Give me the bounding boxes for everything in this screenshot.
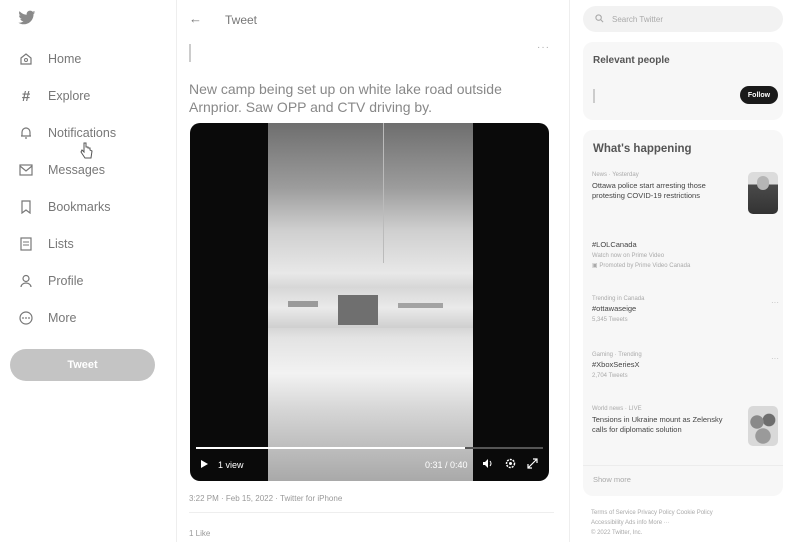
column-divider	[569, 0, 570, 542]
volume-icon[interactable]	[482, 458, 494, 471]
show-more-link[interactable]: Show more	[593, 475, 631, 484]
page-title: Tweet	[225, 13, 258, 27]
relevant-people-title: Relevant people	[593, 55, 670, 66]
trend-context: World news · LIVE	[592, 406, 642, 412]
trend-extra: Watch now on Prime Video	[592, 253, 665, 259]
bell-icon	[18, 125, 34, 141]
home-icon	[18, 51, 34, 67]
nav-label: Lists	[48, 237, 74, 251]
search-icon	[595, 13, 604, 25]
search-input[interactable]: Search Twitter	[583, 6, 783, 32]
footer-line[interactable]: Accessibility Ads info More ···	[591, 518, 781, 528]
trend-text: Ottawa police start arresting those prot…	[592, 181, 706, 200]
nav-label: Messages	[48, 163, 105, 177]
envelope-icon	[18, 162, 34, 178]
column-divider	[176, 0, 177, 542]
trend-item[interactable]: #LOLCanada Watch now on Prime Video ▣ Pr…	[592, 240, 772, 269]
whats-happening-title: What's happening	[593, 143, 692, 155]
nav-label: Explore	[48, 89, 91, 103]
nav-messages[interactable]: Messages	[18, 159, 105, 181]
follow-button[interactable]: Follow	[740, 86, 778, 104]
tweet-text: New camp being set up on white lake road…	[189, 81, 502, 115]
trend-item[interactable]: Gaming · Trending #XboxSeriesX 2,704 Twe…	[592, 352, 772, 379]
view-count: 1 view	[218, 460, 244, 470]
person-icon	[18, 273, 34, 289]
person-avatar-placeholder[interactable]	[593, 89, 595, 103]
nav-explore[interactable]: # Explore	[18, 85, 91, 107]
settings-gear-icon[interactable]	[505, 458, 516, 471]
bookmark-icon	[18, 199, 34, 215]
nav-lists[interactable]: Lists	[18, 233, 74, 255]
tweet-compose-button[interactable]: Tweet	[10, 349, 155, 381]
hashtag-icon: #	[21, 87, 31, 105]
fullscreen-icon[interactable]	[527, 458, 538, 471]
trend-item[interactable]: Trending in Canada #ottawaseige 5,345 Tw…	[592, 296, 772, 323]
video-controls: 1 view 0:31 / 0:40	[190, 441, 549, 481]
trend-extra: 2,704 Tweets	[592, 373, 628, 379]
tweet-meta: 3:22 PM · Feb 15, 2022 · Twitter for iPh…	[189, 494, 343, 503]
author-avatar-placeholder[interactable]	[189, 44, 191, 62]
twitter-logo-icon[interactable]	[18, 10, 36, 26]
play-icon[interactable]	[200, 459, 209, 471]
nav-profile[interactable]: Profile	[18, 270, 83, 292]
footer-copyright: © 2022 Twitter, Inc.	[591, 530, 643, 536]
trend-context: Gaming · Trending	[592, 352, 642, 358]
promoted-label: ▣ Promoted by Prime Video Canada	[592, 263, 691, 269]
trend-more-icon[interactable]: ···	[771, 298, 779, 307]
relevant-people-panel: Relevant people Follow	[583, 42, 783, 120]
video-player[interactable]: 1 view 0:31 / 0:40	[190, 123, 549, 481]
footer-links: Terms of Service Privacy Policy Cookie P…	[591, 508, 781, 538]
vehicle-shape	[338, 295, 378, 325]
divider	[189, 512, 554, 513]
trend-extra: 5,345 Tweets	[592, 317, 628, 323]
likes-count[interactable]: 1 Like	[189, 529, 210, 538]
trend-text: #LOLCanada	[592, 240, 637, 249]
trend-thumbnail-group	[748, 406, 778, 446]
more-circle-icon	[18, 310, 34, 326]
tweet-options-icon[interactable]: ···	[537, 42, 550, 53]
video-time: 0:31 / 0:40	[425, 460, 468, 470]
trend-more-icon[interactable]: ···	[771, 354, 779, 363]
trend-context: Trending in Canada	[592, 296, 645, 302]
list-icon	[18, 236, 34, 252]
trend-thumbnail-person	[748, 172, 778, 214]
nav-label: More	[48, 311, 77, 325]
whats-happening-panel: What's happening News · Yesterday Ottawa…	[583, 130, 783, 496]
nav-label: Home	[48, 52, 82, 66]
trend-context: News · Yesterday	[592, 172, 639, 178]
nav-label: Bookmarks	[48, 200, 111, 214]
mouse-cursor-icon	[80, 142, 94, 160]
trend-text: Tensions in Ukraine mount as Zelensky ca…	[592, 415, 723, 434]
trend-item[interactable]: News · Yesterday Ottawa police start arr…	[592, 172, 742, 201]
nav-bookmarks[interactable]: Bookmarks	[18, 196, 111, 218]
nav-label: Profile	[48, 274, 84, 288]
video-frame	[268, 123, 473, 481]
footer-line[interactable]: Terms of Service Privacy Policy Cookie P…	[591, 508, 781, 518]
divider	[583, 465, 783, 466]
nav-label: Notifications	[48, 126, 117, 140]
video-progress-bar[interactable]	[196, 447, 543, 449]
nav-home[interactable]: Home	[18, 48, 81, 70]
back-arrow-icon[interactable]: ←	[189, 11, 202, 26]
trend-text: #ottawaseige	[592, 304, 637, 313]
nav-more[interactable]: More	[18, 307, 76, 329]
search-placeholder: Search Twitter	[612, 14, 663, 24]
nav-notifications[interactable]: Notifications	[18, 122, 116, 144]
trend-text: #XboxSeriesX	[592, 360, 640, 369]
trend-item[interactable]: World news · LIVE Tensions in Ukraine mo…	[592, 406, 742, 435]
